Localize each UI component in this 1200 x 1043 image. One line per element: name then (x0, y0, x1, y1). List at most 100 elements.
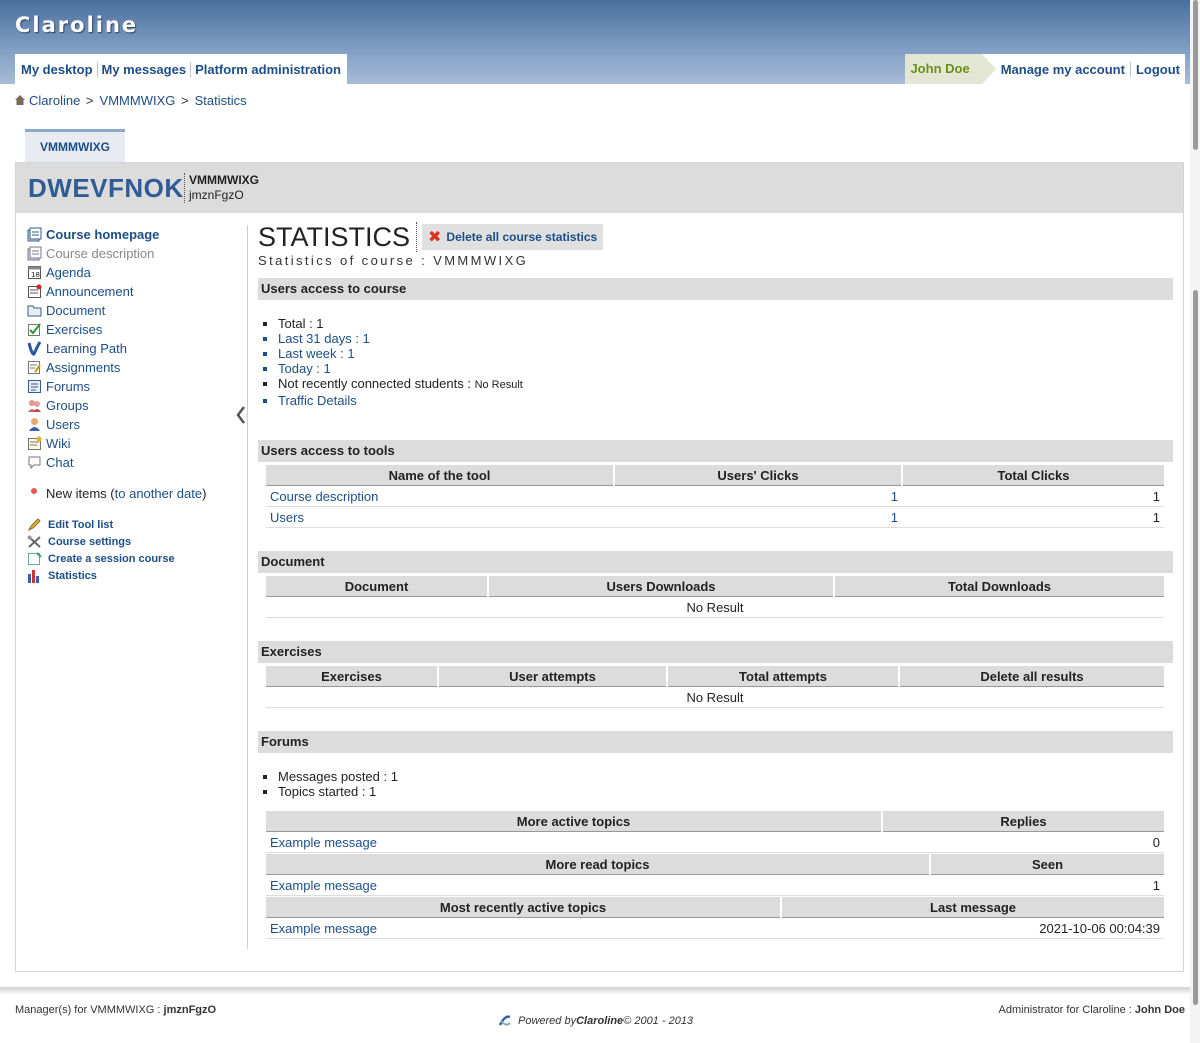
list-item-not-connected: Not recently connected students : No Res… (278, 376, 523, 393)
tools-icon (27, 535, 41, 548)
course-settings-link[interactable]: Course settings (27, 533, 242, 550)
collapse-sidebar-arrow-icon[interactable] (235, 405, 247, 425)
table-header-row: Document Users Downloads Total Downloads (266, 576, 1164, 597)
recent-topics-table: Most recently active topics Last message… (266, 897, 1164, 939)
powered-by-label: Powered by (518, 1015, 577, 1027)
page-scrollbar[interactable] (1190, 0, 1200, 1043)
scrollbar-thumb[interactable] (1193, 290, 1198, 1005)
sidebar-item-groups[interactable]: Groups (27, 396, 242, 415)
edit-tool-list-link[interactable]: Edit Tool list (27, 516, 242, 533)
create-session-course-link[interactable]: Create a session course (27, 550, 242, 567)
course-header: DWEVFNOK VMMMWIXG jmznFgzO (16, 163, 1183, 213)
sidebar-item-assignments[interactable]: Assignments (27, 358, 242, 377)
column-header: Seen (929, 854, 1164, 875)
claroline-logo[interactable]: Claroline (15, 13, 138, 37)
sidebar-item-chat[interactable]: Chat (27, 453, 242, 472)
new-items-notice: New items (to another date) (27, 486, 242, 501)
delete-course-statistics-button[interactable]: ✖ Delete all course statistics (422, 224, 604, 250)
column-header: Users' Clicks (613, 465, 902, 486)
announcement-icon (28, 284, 42, 298)
table-row: Example message 0 (266, 831, 1164, 853)
tools-access-table: Name of the tool Users' Clicks Total Cli… (266, 465, 1164, 528)
home-icon (15, 94, 25, 105)
table-header-row: Most recently active topics Last message (266, 897, 1164, 918)
users-clicks-cell[interactable]: 1 (614, 506, 902, 528)
tool-name-cell[interactable]: Course description (266, 485, 614, 507)
manage-account-link[interactable]: Manage my account (996, 62, 1130, 77)
table-header-row: More active topics Replies (266, 811, 1164, 832)
breadcrumb-separator: > (177, 93, 189, 108)
sidebar-item-exercises[interactable]: Exercises (27, 320, 242, 339)
scrollbar-thumb[interactable] (1193, 0, 1198, 150)
topic-link[interactable]: Example message (266, 831, 882, 853)
forums-summary-list: Messages posted : 1 Topics started : 1 (258, 769, 398, 799)
nav-my-desktop[interactable]: My desktop (17, 62, 97, 77)
sidebar-item-document[interactable]: Document (27, 301, 242, 320)
claroline-small-logo-icon (498, 1015, 511, 1026)
traffic-details-link[interactable]: Traffic Details (278, 393, 523, 408)
list-item-last-week[interactable]: Last week : 1 (278, 346, 523, 361)
course-description-icon (27, 246, 42, 261)
main-navigation: My desktop My messages Platform administ… (15, 54, 347, 84)
statistics-main: STATISTICS ✖ Delete all course statistic… (258, 222, 1173, 939)
tool-name-cell[interactable]: Users (266, 506, 614, 528)
claroline-brand-link[interactable]: Claroline (576, 1015, 623, 1027)
last-message-cell: 2021-10-06 00:04:39 (781, 917, 1164, 939)
breadcrumb: Claroline > VMMMWIXG > Statistics (15, 93, 247, 108)
breadcrumb-claroline[interactable]: Claroline (29, 93, 80, 108)
sidebar-item-course-homepage[interactable]: Course homepage (27, 225, 242, 244)
list-item-total: Total : 1 (278, 316, 523, 331)
table-row: No Result (266, 686, 1164, 708)
sidebar-item-learning-path[interactable]: Learning Path (27, 339, 242, 358)
chat-icon (28, 456, 41, 470)
nav-platform-administration[interactable]: Platform administration (190, 61, 345, 77)
statistics-link[interactable]: Statistics (27, 567, 242, 584)
breadcrumb-separator: > (82, 93, 94, 108)
list-item-last-31-days[interactable]: Last 31 days : 1 (278, 331, 523, 346)
sidebar-item-announcement[interactable]: Announcement (27, 282, 242, 301)
course-tab[interactable]: VMMMWIXG (25, 129, 125, 163)
wiki-icon (28, 436, 42, 450)
user-navigation: John Doe Manage my account Logout (905, 54, 1185, 84)
column-header: User attempts (437, 666, 667, 687)
topic-link[interactable]: Example message (266, 874, 930, 896)
assignments-icon (28, 361, 41, 374)
column-header: Name of the tool (266, 465, 614, 486)
manager-name-link[interactable]: jmznFgzO (164, 1004, 217, 1016)
table-header-row: More read topics Seen (266, 854, 1164, 875)
sidebar-item-forums[interactable]: Forums (27, 377, 242, 396)
course-titular: jmznFgzO (189, 188, 244, 202)
read-topics-table: More read topics Seen Example message 1 (266, 854, 1164, 896)
table-header-row: Exercises User attempts Total attempts D… (266, 666, 1164, 687)
powered-by: Powered by Claroline © 2001 - 2013 (498, 1015, 693, 1027)
section-exercises: Exercises (258, 641, 1173, 663)
active-topics-table: More active topics Replies Example messa… (266, 811, 1164, 853)
users-clicks-cell[interactable]: 1 (614, 485, 902, 507)
column-header: Total Clicks (901, 465, 1164, 486)
delete-x-icon: ✖ (428, 229, 442, 246)
sidebar-item-agenda[interactable]: 18 Agenda (27, 263, 242, 282)
new-items-date-link[interactable]: to another date (115, 486, 202, 501)
administrator-name-link[interactable]: John Doe (1135, 1004, 1185, 1016)
course-title[interactable]: DWEVFNOK (28, 173, 184, 204)
nav-my-messages[interactable]: My messages (96, 61, 191, 77)
top-banner: Claroline My desktop My messages Platfor… (0, 0, 1200, 84)
section-document: Document (258, 551, 1173, 573)
table-row: Users 1 1 (266, 506, 1164, 528)
agenda-icon: 18 (28, 266, 41, 279)
course-access-list: Total : 1 Last 31 days : 1 Last week : 1… (258, 316, 523, 408)
breadcrumb-statistics[interactable]: Statistics (195, 93, 247, 108)
column-header: Replies (881, 811, 1164, 832)
topic-link[interactable]: Example message (266, 917, 781, 939)
sidebar-item-course-description[interactable]: Course description (27, 244, 242, 263)
sidebar-item-users[interactable]: Users (27, 415, 242, 434)
sidebar-item-wiki[interactable]: Wiki (27, 434, 242, 453)
exercises-table: Exercises User attempts Total attempts D… (266, 666, 1164, 708)
breadcrumb-course[interactable]: VMMMWIXG (100, 93, 176, 108)
list-item-today[interactable]: Today : 1 (278, 361, 523, 376)
total-clicks-cell: 1 (902, 506, 1164, 528)
replies-cell: 0 (882, 831, 1164, 853)
list-item-topics-started: Topics started : 1 (278, 784, 398, 799)
logout-link[interactable]: Logout (1129, 61, 1185, 77)
column-header: Document (266, 576, 488, 597)
